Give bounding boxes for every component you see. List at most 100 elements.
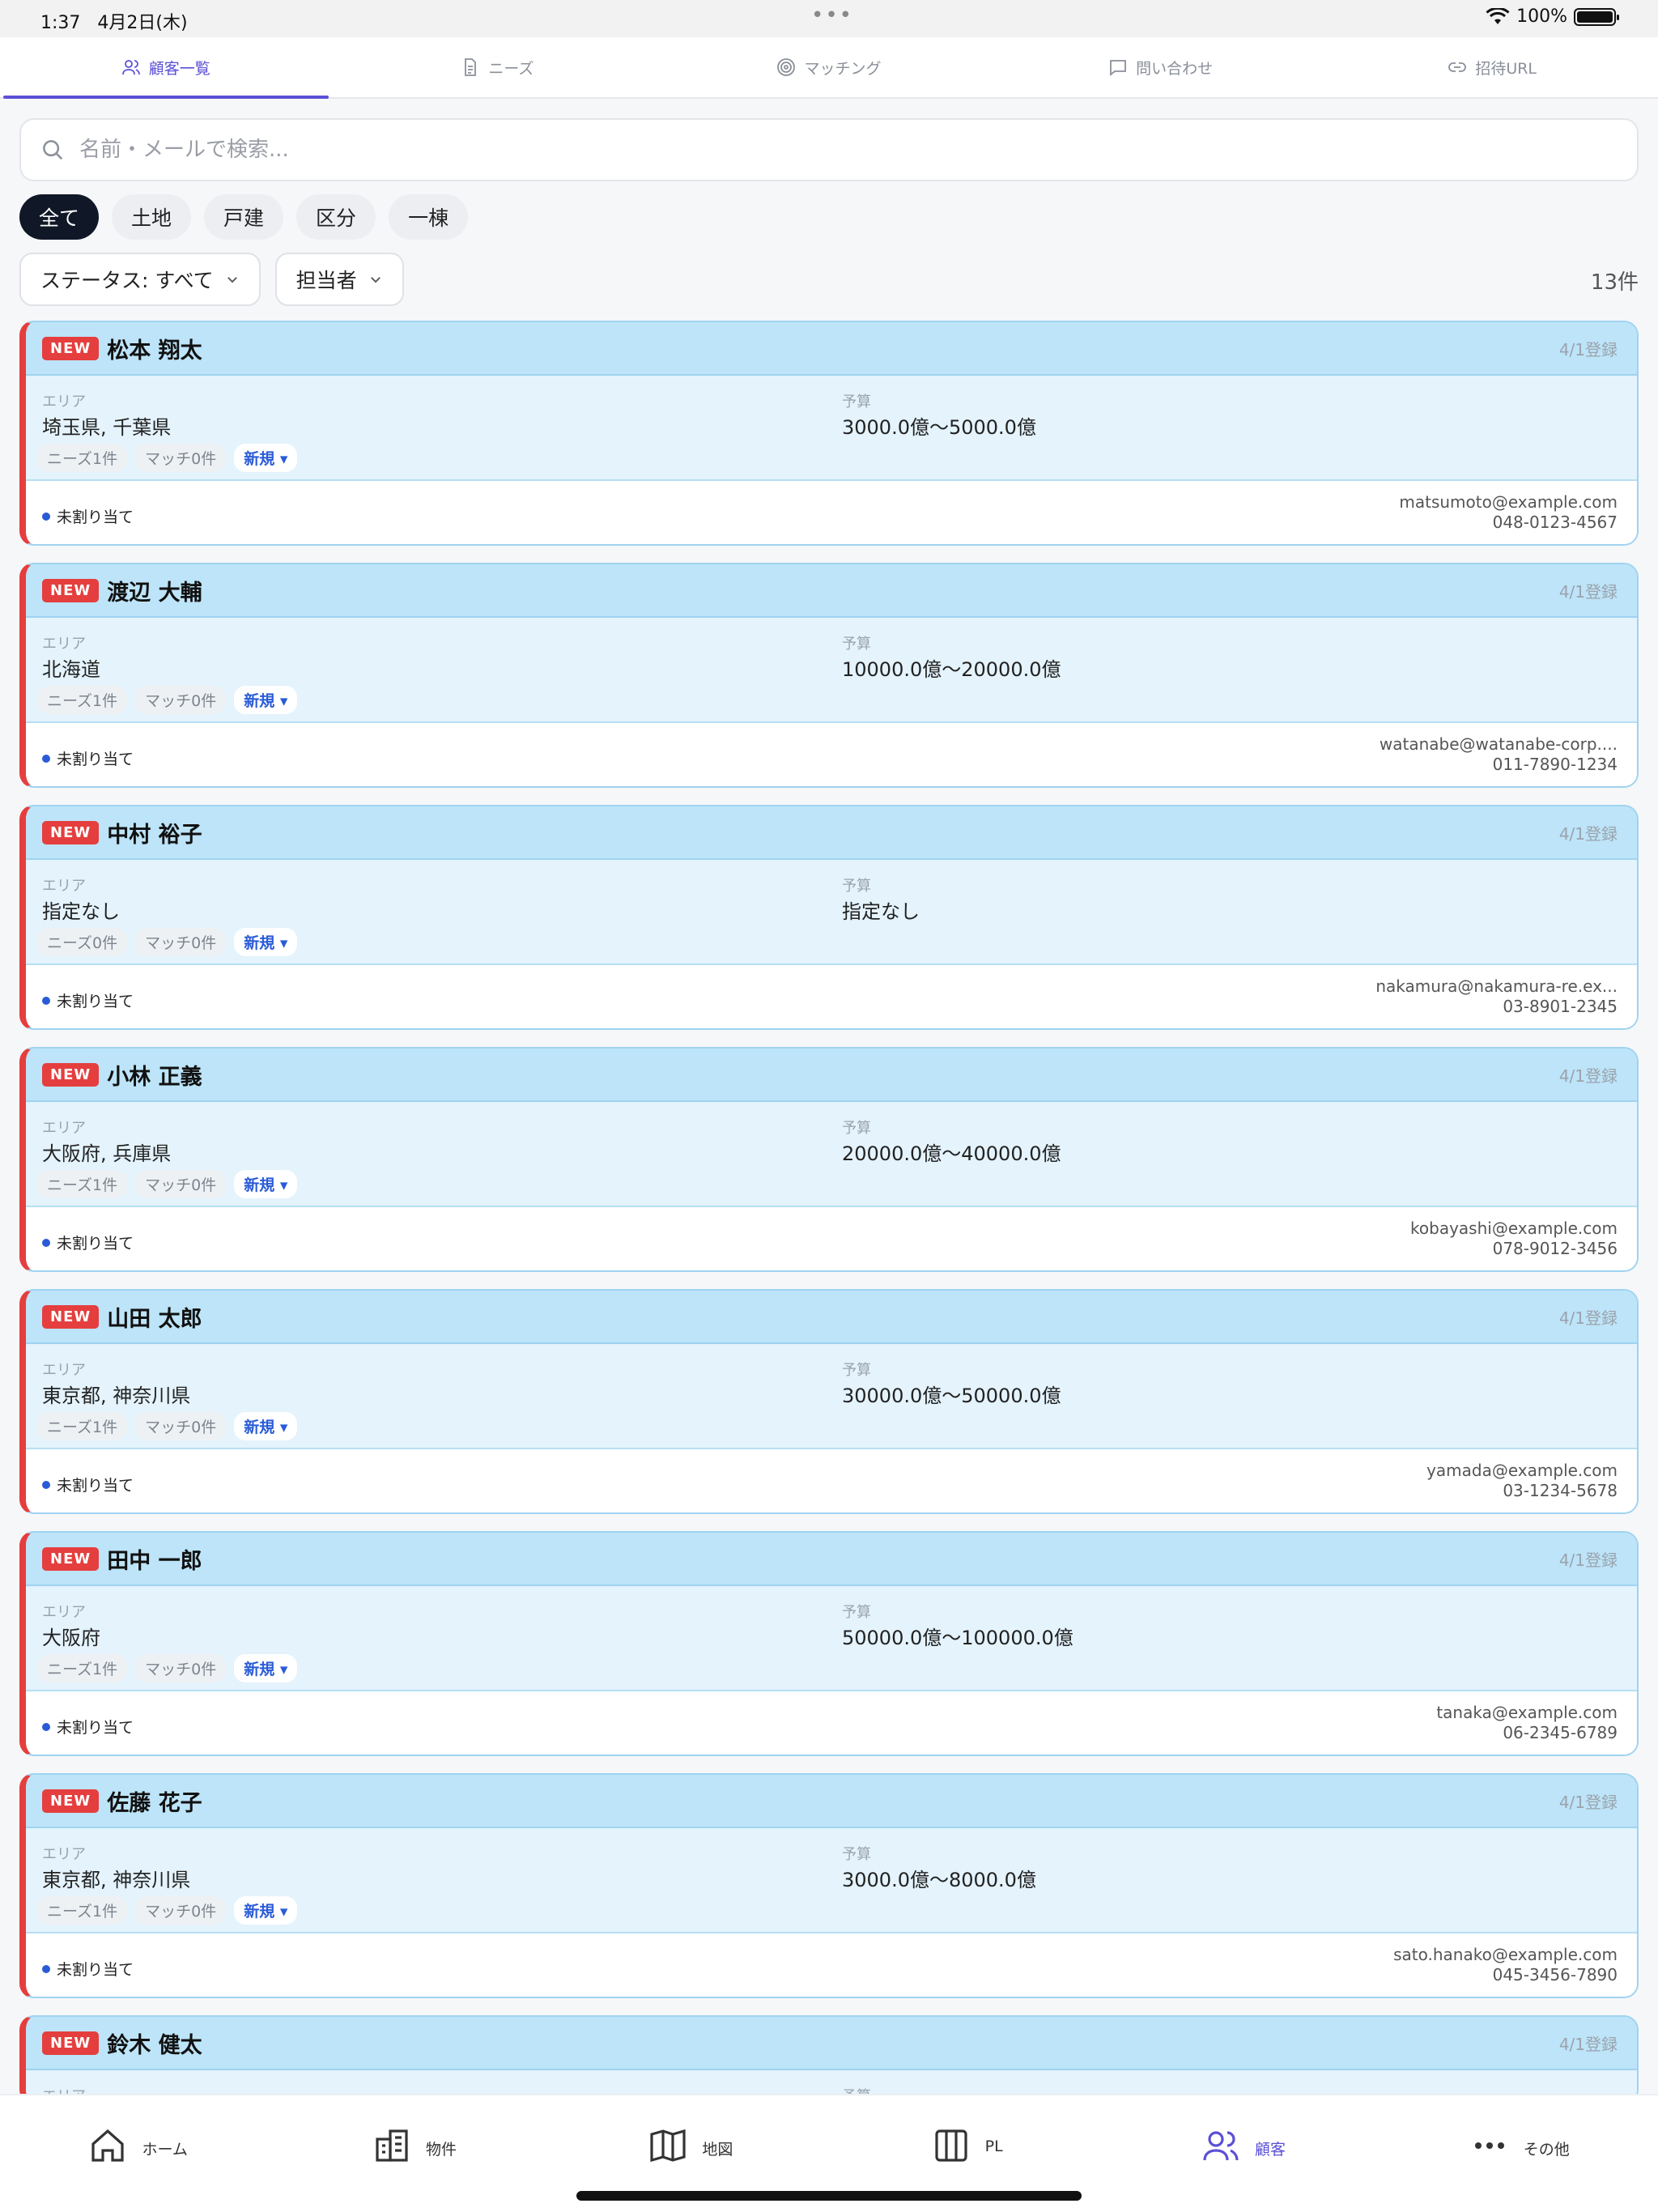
tab-needs[interactable]: ニーズ [332,37,664,97]
customer-card[interactable]: NEW 渡辺 大輔 4/1登録 エリア 北海道 予算 10000.0億〜2000… [19,563,1639,788]
new-badge: NEW [42,1062,100,1087]
match-count: マッチ0件 [135,1412,227,1440]
new-badge: NEW [42,336,100,360]
assignee-label: 未割り当て [57,751,134,768]
card-footer: 未割り当て tanaka@example.com 06-2345-6789 [26,1691,1637,1755]
customer-phone: 048-0123-4567 [1492,513,1618,532]
card-header: NEW 山田 太郎 4/1登録 [26,1291,1637,1344]
chip-land[interactable]: 土地 [112,194,192,240]
match-count: マッチ0件 [135,444,227,472]
card-header: NEW 小林 正義 4/1登録 [26,1049,1637,1102]
stage-dropdown[interactable]: 新規 ▾ [234,1896,298,1925]
tab-matching[interactable]: マッチング [663,37,995,97]
status-dot-icon [42,1964,50,1973]
customer-phone: 011-7890-1234 [1492,755,1618,774]
registered-date: 4/1登録 [1558,1551,1618,1570]
customer-name: 田中 一郎 [107,1548,202,1574]
customer-name: 渡辺 大輔 [107,580,202,606]
card-tags: ニーズ1件 マッチ0件 新規 ▾ [37,1170,298,1198]
search-box[interactable] [19,118,1639,181]
customer-card[interactable]: NEW 鈴木 健太 4/1登録 エリア 予算 [19,2015,1639,2104]
area-label: エリア [42,636,86,653]
stage-dropdown[interactable]: 新規 ▾ [234,928,298,956]
needs-count: ニーズ1件 [37,686,128,714]
chip-house[interactable]: 戸建 [204,194,284,240]
area-value: 北海道 [42,658,100,681]
users-icon [121,60,140,75]
card-footer: 未割り当て matsumoto@example.com 048-0123-456… [26,481,1637,544]
needs-count: ニーズ1件 [37,1170,128,1198]
category-chips: 全て 土地 戸建 区分 一棟 [19,194,469,240]
budget-value: 10000.0億〜20000.0億 [842,658,1061,681]
tab-invite-url[interactable]: 招待URL [1326,37,1658,97]
assignee-status: 未割り当て [42,1231,134,1253]
registered-date: 4/1登録 [1558,2035,1618,2054]
match-count: マッチ0件 [135,1896,227,1925]
budget-value: 3000.0億〜5000.0億 [842,416,1036,439]
match-count: マッチ0件 [135,1170,227,1198]
chevron-down-icon [227,277,237,283]
stage-dropdown[interactable]: 新規 ▾ [234,1412,298,1440]
customer-card[interactable]: NEW 佐藤 花子 4/1登録 エリア 東京都, 神奈川県 予算 3000.0億… [19,1773,1639,1998]
chip-building[interactable]: 一棟 [389,194,469,240]
assignee-status: 未割り当て [42,989,134,1011]
nav-more[interactable]: その他 [1382,2095,1658,2212]
chip-all[interactable]: 全て [19,194,100,240]
area-label: エリア [42,393,86,410]
area-label: エリア [42,1604,86,1621]
area-value: 大阪府, 兵庫県 [42,1142,172,1165]
home-indicator[interactable] [576,2191,1082,2201]
new-badge: NEW [42,1789,100,1813]
customer-card[interactable]: NEW 田中 一郎 4/1登録 エリア 大阪府 予算 50000.0億〜1000… [19,1531,1639,1756]
needs-count: ニーズ1件 [37,1654,128,1682]
stage-dropdown[interactable]: 新規 ▾ [234,686,298,714]
card-footer: 未割り当て yamada@example.com 03-1234-5678 [26,1449,1637,1512]
customer-email: matsumoto@example.com [1399,492,1618,512]
nav-label: 地図 [702,2141,733,2159]
nav-label: その他 [1523,2141,1570,2159]
area-label: エリア [42,1362,86,1379]
wifi-icon [1486,7,1510,24]
nav-customers[interactable]: 顧客 [1105,2095,1381,2212]
assignee-label: 未割り当て [57,1961,134,1979]
budget-label: 予算 [842,393,871,410]
area-label: エリア [42,1846,86,1863]
status-filter-dropdown[interactable]: ステータス: すべて [19,253,261,306]
search-input[interactable] [79,138,1456,162]
customer-card[interactable]: NEW 山田 太郎 4/1登録 エリア 東京都, 神奈川県 予算 30000.0… [19,1289,1639,1514]
owner-filter-dropdown[interactable]: 担当者 [274,253,404,306]
tab-customer-list[interactable]: 顧客一覧 [0,37,332,99]
card-body: エリア 指定なし 予算 指定なし ニーズ0件 マッチ0件 新規 ▾ [26,860,1637,965]
card-tags: ニーズ1件 マッチ0件 新規 ▾ [37,686,298,714]
customer-email: sato.hanako@example.com [1393,1945,1618,1964]
assignee-label: 未割り当て [57,1719,134,1737]
assignee-label: 未割り当て [57,1235,134,1253]
card-header: NEW 佐藤 花子 4/1登録 [26,1775,1637,1828]
nav-label: ホーム [142,2141,188,2159]
contact-info: nakamura@nakamura-re.ex... 03-8901-2345 [1375,976,1618,1017]
customer-email: nakamura@nakamura-re.ex... [1375,976,1618,996]
nav-properties[interactable]: 物件 [276,2095,552,2212]
customer-card[interactable]: NEW 小林 正義 4/1登録 エリア 大阪府, 兵庫県 予算 20000.0億… [19,1047,1639,1272]
customer-card[interactable]: NEW 中村 裕子 4/1登録 エリア 指定なし 予算 指定なし ニーズ0件 マ… [19,805,1639,1030]
status-dot-icon [42,996,50,1005]
map-icon [650,2129,686,2163]
stage-dropdown[interactable]: 新規 ▾ [234,1654,298,1682]
multitask-dots-icon[interactable]: ••• [811,3,853,28]
status-dot-icon [42,1722,50,1731]
customer-card[interactable]: NEW 松本 翔太 4/1登録 エリア 埼玉県, 千葉県 予算 3000.0億〜… [19,321,1639,546]
stage-dropdown[interactable]: 新規 ▾ [234,1170,298,1198]
chip-unit[interactable]: 区分 [296,194,376,240]
area-value: 大阪府 [42,1627,100,1649]
card-body: エリア 大阪府, 兵庫県 予算 20000.0億〜40000.0億 ニーズ1件 … [26,1102,1637,1207]
nav-label: PL [984,2138,1003,2155]
card-tags: ニーズ1件 マッチ0件 新規 ▾ [37,1654,298,1682]
budget-value: 30000.0億〜50000.0億 [842,1385,1061,1407]
card-header: NEW 鈴木 健太 4/1登録 [26,2017,1637,2070]
tab-inquiries[interactable]: 問い合わせ [995,37,1327,97]
card-body: エリア 東京都, 神奈川県 予算 30000.0億〜50000.0億 ニーズ1件… [26,1344,1637,1449]
nav-home[interactable]: ホーム [0,2095,276,2212]
result-count: 13件 [1590,270,1639,295]
stage-dropdown[interactable]: 新規 ▾ [234,444,298,472]
assignee-status: 未割り当て [42,1958,134,1980]
